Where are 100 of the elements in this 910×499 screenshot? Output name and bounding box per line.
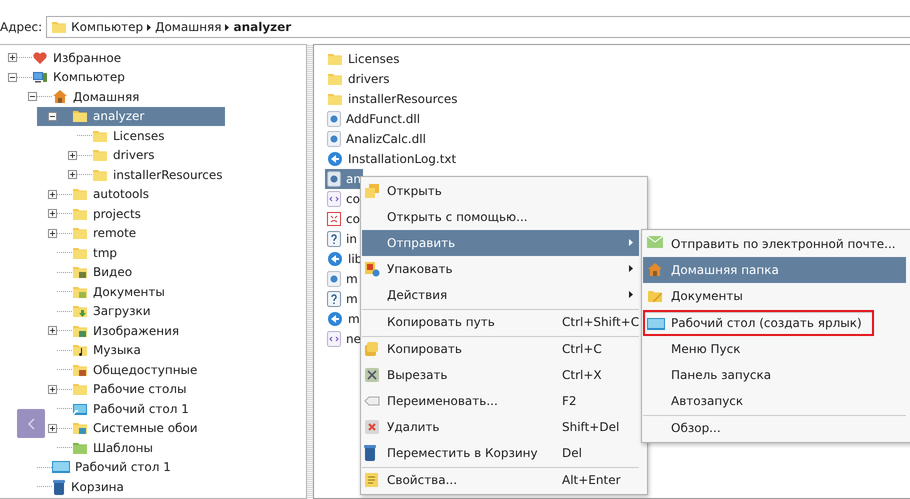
menu-item[interactable]: Удалить Shift+Del [362,414,639,440]
file-item[interactable]: drivers [325,69,392,89]
copy-icon [364,341,380,357]
collapse-icon[interactable] [8,72,17,82]
menu-item[interactable]: Рабочий стол (создать ярлык) [643,310,874,336]
code-file-icon [327,191,341,207]
menu-item[interactable]: Переименовать... F2 [362,388,639,414]
file-item[interactable]: ne [325,329,363,349]
tree-item[interactable]: projects [48,204,141,224]
tree-item[interactable]: Общедоступные [48,360,198,380]
menu-item[interactable]: Документы [643,283,906,309]
tree-item[interactable]: Рабочий стол 1 [48,399,189,418]
file-item[interactable]: in [325,229,359,249]
expand-icon[interactable] [48,190,57,199]
tree-item[interactable]: Рабочие столы [48,380,186,399]
file-item[interactable]: InstallationLog.txt [325,149,458,169]
scissors-icon [364,367,380,383]
submenu-arrow-icon [629,265,633,272]
expand-icon[interactable] [8,53,17,62]
trash-icon [364,445,376,461]
expand-icon[interactable] [68,150,77,160]
envelope-icon [647,236,663,248]
menu-item[interactable]: Открыть [362,178,639,204]
tree-item[interactable]: Системные обои [48,418,198,438]
menu-item[interactable]: Панель запуска [643,362,906,388]
tree-item[interactable]: autotools [48,184,149,204]
video-folder-icon [72,264,88,280]
menu-item[interactable]: Копировать путь Ctrl+Shift+C [362,309,639,335]
desktop-icon [52,460,70,474]
shortcut-label: F2 [562,394,577,408]
menu-item[interactable]: Упаковать [362,256,639,282]
tree-item[interactable]: Рабочий стол 1 [28,458,171,477]
tree-item[interactable]: Документы [48,282,165,302]
tree-item[interactable]: Загрузки [48,302,150,321]
heart-icon [32,50,48,66]
collapse-icon[interactable] [28,92,37,102]
tree-item[interactable]: Изображения [48,321,180,340]
notepad-icon [364,472,380,488]
tree-item[interactable]: Компьютер [8,68,125,87]
expand-icon[interactable] [68,170,77,180]
submenu-arrow-icon [629,291,633,298]
file-item[interactable]: m [325,309,362,329]
code-file-icon [327,331,341,347]
file-item[interactable]: AddFunct.dll [325,109,422,129]
breadcrumb[interactable]: Домашняя [155,20,222,34]
error-file-icon [327,212,341,226]
expand-icon[interactable] [48,326,57,336]
tree-item[interactable]: Избранное [8,48,122,68]
menu-item[interactable]: Действия [362,282,639,308]
menu-item[interactable]: Свойства... Alt+Enter [362,467,639,493]
file-item[interactable]: co [325,189,362,209]
tree-item[interactable]: installerResources [68,165,223,184]
folder-icon [72,108,88,124]
file-item[interactable]: Licenses [325,49,402,69]
breadcrumb[interactable]: analyzer [233,20,292,34]
tree-item[interactable]: Домашняя [28,87,140,106]
trash-icon [52,478,66,495]
wallpaper-folder-icon [72,420,88,436]
folder-icon [72,225,88,242]
folders-icon [364,183,380,199]
tree-item[interactable]: remote [48,224,136,243]
menu-item[interactable]: Автозапуск [643,388,906,414]
address-field[interactable]: Компьютер Домашняя analyzer [46,16,910,38]
tree-item[interactable]: drivers [68,146,155,165]
question-file-icon [327,231,341,247]
menu-item[interactable]: Вырезать Ctrl+X [362,362,639,388]
question-file-icon [327,291,341,307]
file-item[interactable]: an [325,169,363,189]
tree-item[interactable]: Licenses [68,126,164,146]
shortcut-label: Ctrl+X [562,368,602,382]
menu-item[interactable]: Домашняя папка [643,257,906,283]
file-item[interactable]: installerResources [325,89,460,109]
submenu-arrow-icon [629,239,633,246]
tree-item[interactable]: Шаблоны [48,438,153,458]
menu-item[interactable]: Обзор... [643,415,906,441]
tree-item[interactable]: Музыка [48,340,141,360]
expand-icon[interactable] [48,228,57,238]
file-item[interactable]: AnalizCalc.dll [325,129,428,149]
menu-item[interactable]: Отправить [362,230,639,256]
documents-icon [647,288,663,304]
breadcrumb[interactable]: Компьютер [71,20,144,34]
file-item[interactable]: co [325,209,362,229]
collapse-icon[interactable] [48,112,57,121]
menu-item[interactable]: Открыть с помощью... [362,204,639,230]
menu-item[interactable]: Меню Пуск [643,336,906,362]
menu-item[interactable]: Отправить по электронной почте... [643,231,906,257]
file-item[interactable]: m [325,269,360,289]
folder-icon [327,71,343,87]
folder-icon [92,147,108,164]
menu-item[interactable]: Переместить в Корзину Del [362,440,639,466]
tree-item[interactable]: Видео [48,262,132,282]
tree-item[interactable]: analyzer [37,106,225,126]
expand-icon[interactable] [48,209,57,218]
expand-icon[interactable] [48,424,57,433]
file-item[interactable]: m [325,289,360,309]
tree-item[interactable]: Корзина [28,477,124,496]
tree-item[interactable]: tmp [48,243,118,262]
expand-icon[interactable] [48,384,57,394]
menu-item[interactable]: Копировать Ctrl+C [362,336,639,362]
shortcut-label: Ctrl+Shift+C [562,315,640,329]
